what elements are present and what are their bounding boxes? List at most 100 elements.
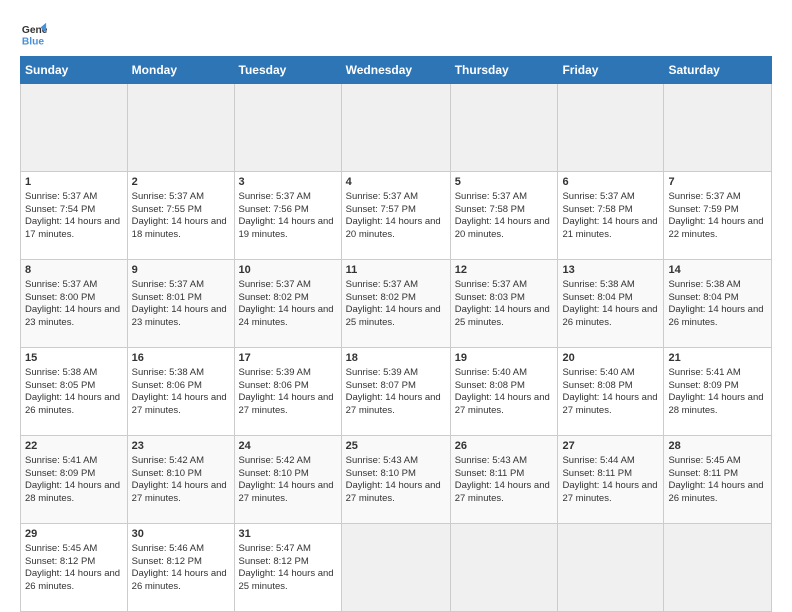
day-number: 22 xyxy=(25,439,123,454)
daylight-text: Daylight: 14 hours and 27 minutes. xyxy=(346,480,441,504)
sunset-text: Sunset: 8:12 PM xyxy=(25,556,95,567)
daylight-text: Daylight: 14 hours and 26 minutes. xyxy=(668,304,763,328)
sunrise-text: Sunrise: 5:37 AM xyxy=(668,191,740,202)
sunrise-text: Sunrise: 5:41 AM xyxy=(25,455,97,466)
sunset-text: Sunset: 8:11 PM xyxy=(562,468,632,479)
calendar-cell: 27Sunrise: 5:44 AMSunset: 8:11 PMDayligh… xyxy=(558,436,664,524)
calendar-cell: 5Sunrise: 5:37 AMSunset: 7:58 PMDaylight… xyxy=(450,172,558,260)
sunset-text: Sunset: 8:12 PM xyxy=(239,556,309,567)
calendar-cell: 6Sunrise: 5:37 AMSunset: 7:58 PMDaylight… xyxy=(558,172,664,260)
day-number: 8 xyxy=(25,263,123,278)
day-number: 24 xyxy=(239,439,337,454)
sunrise-text: Sunrise: 5:37 AM xyxy=(562,191,634,202)
day-number: 10 xyxy=(239,263,337,278)
sunset-text: Sunset: 8:10 PM xyxy=(132,468,202,479)
sunrise-text: Sunrise: 5:42 AM xyxy=(239,455,311,466)
daylight-text: Daylight: 14 hours and 20 minutes. xyxy=(455,216,550,240)
sunrise-text: Sunrise: 5:38 AM xyxy=(132,367,204,378)
daylight-text: Daylight: 14 hours and 26 minutes. xyxy=(25,568,120,592)
calendar-cell: 2Sunrise: 5:37 AMSunset: 7:55 PMDaylight… xyxy=(127,172,234,260)
calendar-cell: 26Sunrise: 5:43 AMSunset: 8:11 PMDayligh… xyxy=(450,436,558,524)
day-number: 19 xyxy=(455,351,554,366)
daylight-text: Daylight: 14 hours and 27 minutes. xyxy=(562,480,657,504)
sunrise-text: Sunrise: 5:39 AM xyxy=(239,367,311,378)
calendar-cell: 14Sunrise: 5:38 AMSunset: 8:04 PMDayligh… xyxy=(664,260,772,348)
sunset-text: Sunset: 8:06 PM xyxy=(132,380,202,391)
calendar-cell: 8Sunrise: 5:37 AMSunset: 8:00 PMDaylight… xyxy=(21,260,128,348)
logo-icon: General Blue xyxy=(20,20,48,48)
day-number: 4 xyxy=(346,175,446,190)
calendar-cell: 11Sunrise: 5:37 AMSunset: 8:02 PMDayligh… xyxy=(341,260,450,348)
sunset-text: Sunset: 8:07 PM xyxy=(346,380,416,391)
sunrise-text: Sunrise: 5:37 AM xyxy=(346,191,418,202)
calendar-cell: 16Sunrise: 5:38 AMSunset: 8:06 PMDayligh… xyxy=(127,348,234,436)
calendar-cell: 28Sunrise: 5:45 AMSunset: 8:11 PMDayligh… xyxy=(664,436,772,524)
calendar-cell: 24Sunrise: 5:42 AMSunset: 8:10 PMDayligh… xyxy=(234,436,341,524)
calendar-cell: 4Sunrise: 5:37 AMSunset: 7:57 PMDaylight… xyxy=(341,172,450,260)
sunset-text: Sunset: 7:58 PM xyxy=(562,204,632,215)
daylight-text: Daylight: 14 hours and 27 minutes. xyxy=(346,392,441,416)
calendar-cell: 1Sunrise: 5:37 AMSunset: 7:54 PMDaylight… xyxy=(21,172,128,260)
day-number: 3 xyxy=(239,175,337,190)
day-number: 9 xyxy=(132,263,230,278)
daylight-text: Daylight: 14 hours and 27 minutes. xyxy=(132,480,227,504)
day-number: 14 xyxy=(668,263,767,278)
sunset-text: Sunset: 8:02 PM xyxy=(346,292,416,303)
daylight-text: Daylight: 14 hours and 28 minutes. xyxy=(668,392,763,416)
calendar-cell xyxy=(450,524,558,612)
sunrise-text: Sunrise: 5:44 AM xyxy=(562,455,634,466)
day-number: 1 xyxy=(25,175,123,190)
calendar-cell: 3Sunrise: 5:37 AMSunset: 7:56 PMDaylight… xyxy=(234,172,341,260)
daylight-text: Daylight: 14 hours and 21 minutes. xyxy=(562,216,657,240)
day-number: 20 xyxy=(562,351,659,366)
day-number: 30 xyxy=(132,527,230,542)
sunrise-text: Sunrise: 5:40 AM xyxy=(455,367,527,378)
day-number: 5 xyxy=(455,175,554,190)
sunrise-text: Sunrise: 5:42 AM xyxy=(132,455,204,466)
day-number: 12 xyxy=(455,263,554,278)
daylight-text: Daylight: 14 hours and 25 minutes. xyxy=(455,304,550,328)
calendar-cell: 18Sunrise: 5:39 AMSunset: 8:07 PMDayligh… xyxy=(341,348,450,436)
daylight-text: Daylight: 14 hours and 23 minutes. xyxy=(132,304,227,328)
calendar-cell: 23Sunrise: 5:42 AMSunset: 8:10 PMDayligh… xyxy=(127,436,234,524)
calendar-cell xyxy=(21,84,128,172)
daylight-text: Daylight: 14 hours and 26 minutes. xyxy=(562,304,657,328)
sunset-text: Sunset: 7:58 PM xyxy=(455,204,525,215)
day-number: 18 xyxy=(346,351,446,366)
daylight-text: Daylight: 14 hours and 25 minutes. xyxy=(239,568,334,592)
sunset-text: Sunset: 8:08 PM xyxy=(455,380,525,391)
daylight-text: Daylight: 14 hours and 22 minutes. xyxy=(668,216,763,240)
daylight-text: Daylight: 14 hours and 26 minutes. xyxy=(25,392,120,416)
day-header-monday: Monday xyxy=(127,57,234,84)
calendar-cell: 7Sunrise: 5:37 AMSunset: 7:59 PMDaylight… xyxy=(664,172,772,260)
sunrise-text: Sunrise: 5:37 AM xyxy=(239,191,311,202)
sunset-text: Sunset: 8:12 PM xyxy=(132,556,202,567)
header: General Blue xyxy=(20,20,772,48)
calendar-cell xyxy=(127,84,234,172)
calendar-header-row: SundayMondayTuesdayWednesdayThursdayFrid… xyxy=(21,57,772,84)
calendar-cell: 29Sunrise: 5:45 AMSunset: 8:12 PMDayligh… xyxy=(21,524,128,612)
page: General Blue SundayMondayTuesdayWednesda… xyxy=(0,0,792,612)
daylight-text: Daylight: 14 hours and 28 minutes. xyxy=(25,480,120,504)
calendar-cell xyxy=(558,84,664,172)
daylight-text: Daylight: 14 hours and 27 minutes. xyxy=(562,392,657,416)
day-number: 2 xyxy=(132,175,230,190)
sunset-text: Sunset: 8:02 PM xyxy=(239,292,309,303)
day-header-thursday: Thursday xyxy=(450,57,558,84)
day-number: 21 xyxy=(668,351,767,366)
daylight-text: Daylight: 14 hours and 24 minutes. xyxy=(239,304,334,328)
sunset-text: Sunset: 7:54 PM xyxy=(25,204,95,215)
day-header-friday: Friday xyxy=(558,57,664,84)
daylight-text: Daylight: 14 hours and 23 minutes. xyxy=(25,304,120,328)
calendar-cell xyxy=(341,524,450,612)
daylight-text: Daylight: 14 hours and 27 minutes. xyxy=(132,392,227,416)
calendar-cell xyxy=(664,84,772,172)
calendar-cell: 20Sunrise: 5:40 AMSunset: 8:08 PMDayligh… xyxy=(558,348,664,436)
day-number: 7 xyxy=(668,175,767,190)
sunrise-text: Sunrise: 5:37 AM xyxy=(346,279,418,290)
sunrise-text: Sunrise: 5:40 AM xyxy=(562,367,634,378)
day-number: 25 xyxy=(346,439,446,454)
day-number: 29 xyxy=(25,527,123,542)
sunrise-text: Sunrise: 5:37 AM xyxy=(239,279,311,290)
sunset-text: Sunset: 8:01 PM xyxy=(132,292,202,303)
